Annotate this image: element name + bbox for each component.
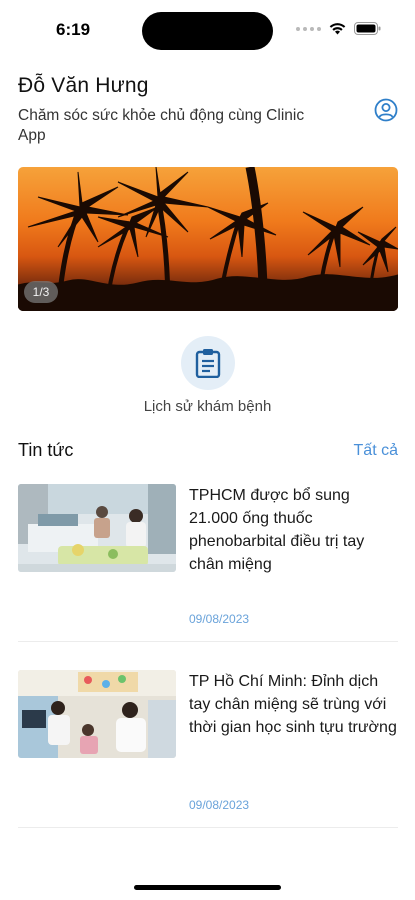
promo-banner-carousel[interactable]: 1/3 (18, 167, 398, 311)
carousel-counter: 1/3 (24, 281, 58, 303)
battery-icon (354, 22, 381, 35)
user-name: Đỗ Văn Hưng (18, 74, 149, 97)
news-date: 09/08/2023 (189, 612, 250, 626)
news-section-title: Tin tức (18, 440, 74, 460)
user-circle-icon[interactable] (374, 98, 398, 122)
wifi-icon (329, 22, 346, 35)
palm-trees-image (18, 167, 398, 311)
status-bar: 6:19 (0, 0, 415, 60)
medical-history-label: Lịch sử khám bệnh (143, 398, 272, 415)
view-all-news-link[interactable]: Tất cả (354, 442, 398, 460)
medical-history-button[interactable]: Lịch sử khám bệnh (117, 336, 298, 420)
news-thumbnail-image (18, 484, 176, 572)
dynamic-island (142, 12, 273, 50)
header: Đỗ Văn Hưng Chăm sóc sức khỏe chủ động c… (18, 74, 398, 146)
clipboard-icon (180, 336, 235, 390)
cellular-signal-icon (296, 26, 321, 31)
status-icons (296, 22, 381, 35)
news-thumbnail-image (18, 670, 176, 758)
news-date: 09/08/2023 (189, 798, 250, 812)
app-subtitle: Chăm sóc sức khỏe chủ động cùng Clinic A… (18, 107, 305, 144)
news-list-item[interactable]: TPHCM được bổ sung 21.000 ống thuốc phen… (18, 484, 398, 642)
home-indicator[interactable] (134, 885, 281, 890)
news-section-header: Tin tức Tất cả (18, 440, 398, 464)
status-time: 6:19 (56, 20, 91, 39)
news-headline: TP Hồ Chí Minh: Đỉnh dịch tay chân miệng… (189, 673, 397, 736)
news-headline: TPHCM được bổ sung 21.000 ống thuốc phen… (189, 487, 365, 573)
news-list-item[interactable]: TP Hồ Chí Minh: Đỉnh dịch tay chân miệng… (18, 670, 398, 828)
